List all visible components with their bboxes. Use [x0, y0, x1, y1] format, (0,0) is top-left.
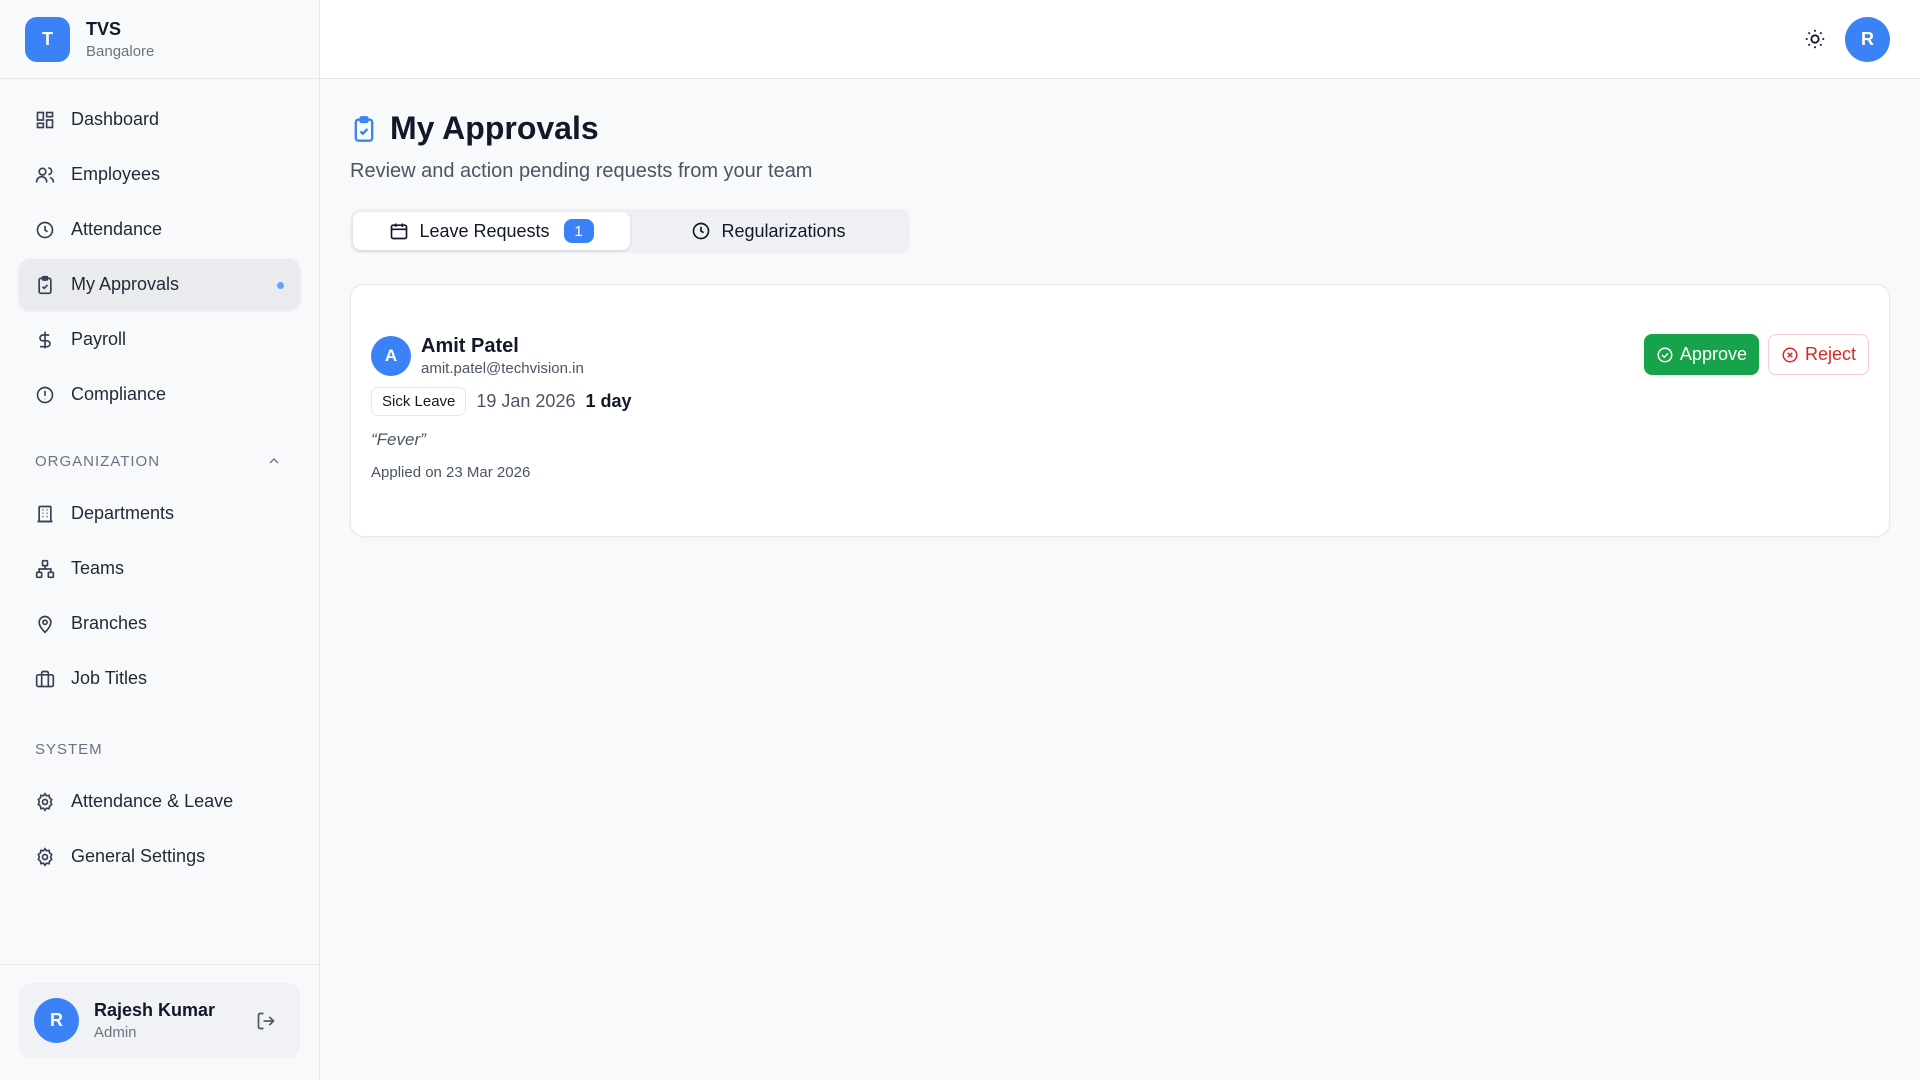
- building-icon: [37, 505, 53, 522]
- brand-logo[interactable]: T: [25, 16, 70, 62]
- calendar-icon: [391, 223, 408, 240]
- header-avatar[interactable]: R: [1845, 17, 1890, 62]
- sidebar-item-branches[interactable]: Branches: [19, 598, 300, 649]
- section-system: SYSTEM: [19, 734, 300, 764]
- section-organization-label: ORGANIZATION: [35, 452, 161, 470]
- notification-dot: [277, 282, 284, 289]
- sidebar-item-label: Departments: [71, 503, 175, 523]
- sidebar-item-departments[interactable]: Departments: [19, 488, 300, 539]
- approval-tabs: Leave Requests 1 Regularizations: [350, 209, 910, 253]
- gear-icon: [37, 846, 53, 867]
- requester-avatar: A: [371, 336, 411, 376]
- user-footer: R Rajesh Kumar Admin: [0, 964, 319, 1080]
- sidebar: T TVS Bangalore Dashboard Employees Atte…: [0, 0, 320, 1080]
- tab-leave-requests[interactable]: Leave Requests 1: [353, 212, 630, 250]
- user-name: Rajesh Kumar: [94, 1000, 216, 1020]
- reject-label: Reject: [1804, 344, 1856, 364]
- clipboard-check-icon: [38, 275, 52, 294]
- users-icon: [35, 166, 55, 182]
- gear-icon: [37, 791, 53, 812]
- leave-duration: 1 day: [585, 391, 632, 411]
- user-role: Admin: [94, 1024, 137, 1041]
- approve-button[interactable]: Approve: [1643, 334, 1759, 375]
- user-avatar[interactable]: R: [34, 998, 79, 1043]
- sidebar-item-label: Compliance: [71, 384, 167, 404]
- brand-text: TVS Bangalore: [86, 19, 154, 60]
- brand-header: T TVS Bangalore: [0, 0, 319, 79]
- alert-circle-icon: [36, 386, 54, 403]
- user-card[interactable]: R Rajesh Kumar Admin: [19, 983, 300, 1058]
- clipboard-check-icon: [354, 115, 374, 142]
- sidebar-item-label: Attendance: [71, 219, 163, 239]
- leave-type-badge: Sick Leave: [371, 387, 467, 416]
- sun-icon[interactable]: [1804, 28, 1826, 50]
- page-title: My Approvals: [390, 110, 599, 146]
- company-location: Bangalore: [86, 42, 155, 60]
- dashboard-icon: [36, 111, 54, 128]
- applied-date: Applied on 23 Mar 2026: [371, 464, 531, 481]
- page-subtitle: Review and action pending requests from …: [350, 160, 813, 182]
- sidebar-item-label: Attendance & Leave: [71, 791, 234, 811]
- reject-button[interactable]: Reject: [1767, 334, 1869, 375]
- sidebar-item-employees[interactable]: Employees: [19, 149, 300, 200]
- sidebar-item-label: Teams: [71, 558, 125, 578]
- approve-label: Approve: [1679, 344, 1747, 364]
- sidebar-item-label: Dashboard: [71, 109, 160, 129]
- x-circle-icon: [1782, 347, 1798, 362]
- tab-label: Leave Requests: [419, 220, 550, 241]
- request-actions: Approve Reject: [1643, 334, 1869, 375]
- sidebar-item-payroll[interactable]: Payroll: [19, 314, 300, 365]
- leave-reason: “Fever”: [371, 430, 426, 449]
- sidebar-item-label: Branches: [71, 613, 148, 633]
- top-bar: R: [320, 0, 1920, 79]
- sidebar-item-teams[interactable]: Teams: [19, 543, 300, 594]
- sidebar-item-my-approvals[interactable]: My Approvals: [19, 259, 300, 310]
- clock-icon: [693, 222, 710, 240]
- requester-info: Amit Patel amit.patel@techvision.in: [411, 335, 584, 377]
- sidebar-item-dashboard[interactable]: Dashboard: [19, 94, 300, 145]
- requester-name: Amit Patel: [421, 335, 519, 357]
- section-organization[interactable]: ORGANIZATION: [19, 446, 300, 476]
- logout-icon[interactable]: [256, 1011, 276, 1031]
- dollar-icon: [39, 331, 51, 348]
- network-icon: [35, 559, 55, 578]
- main-content: My Approvals Review and action pending r…: [350, 79, 1890, 537]
- sidebar-item-attendance[interactable]: Attendance: [19, 204, 300, 255]
- requester-email: amit.patel@techvision.in: [421, 360, 584, 377]
- company-name: TVS: [86, 18, 122, 39]
- sidebar-item-job-titles[interactable]: Job Titles: [19, 653, 300, 704]
- briefcase-icon: [35, 670, 55, 687]
- count-badge: 1: [563, 219, 594, 243]
- sidebar-item-label: My Approvals: [71, 274, 180, 294]
- leave-request-card: A Amit Patel amit.patel@techvision.in Si…: [350, 284, 1890, 537]
- sidebar-item-label: Payroll: [71, 329, 127, 349]
- sidebar-item-label: General Settings: [71, 846, 206, 866]
- main-nav: Dashboard Employees Attendance My Approv…: [0, 79, 319, 882]
- tab-regularizations[interactable]: Regularizations: [630, 212, 907, 250]
- section-system-label: SYSTEM: [35, 740, 103, 758]
- sidebar-item-attendance-leave[interactable]: Attendance & Leave: [19, 776, 300, 827]
- sidebar-item-label: Employees: [71, 164, 161, 184]
- clock-icon: [36, 221, 54, 238]
- page-title-row: My Approvals: [350, 110, 1890, 147]
- map-pin-icon: [38, 615, 52, 633]
- leave-date: 19 Jan 2026: [476, 391, 576, 411]
- sidebar-item-general-settings[interactable]: General Settings: [19, 831, 300, 882]
- sidebar-item-label: Job Titles: [71, 668, 148, 688]
- sidebar-item-compliance[interactable]: Compliance: [19, 369, 300, 420]
- leave-meta: Sick Leave 19 Jan 2026 1 day: [371, 387, 1869, 416]
- user-info: Rajesh Kumar Admin: [94, 1000, 215, 1041]
- tab-label: Regularizations: [721, 220, 846, 241]
- check-circle-icon: [1657, 347, 1673, 362]
- chevron-up-icon[interactable]: [266, 453, 282, 469]
